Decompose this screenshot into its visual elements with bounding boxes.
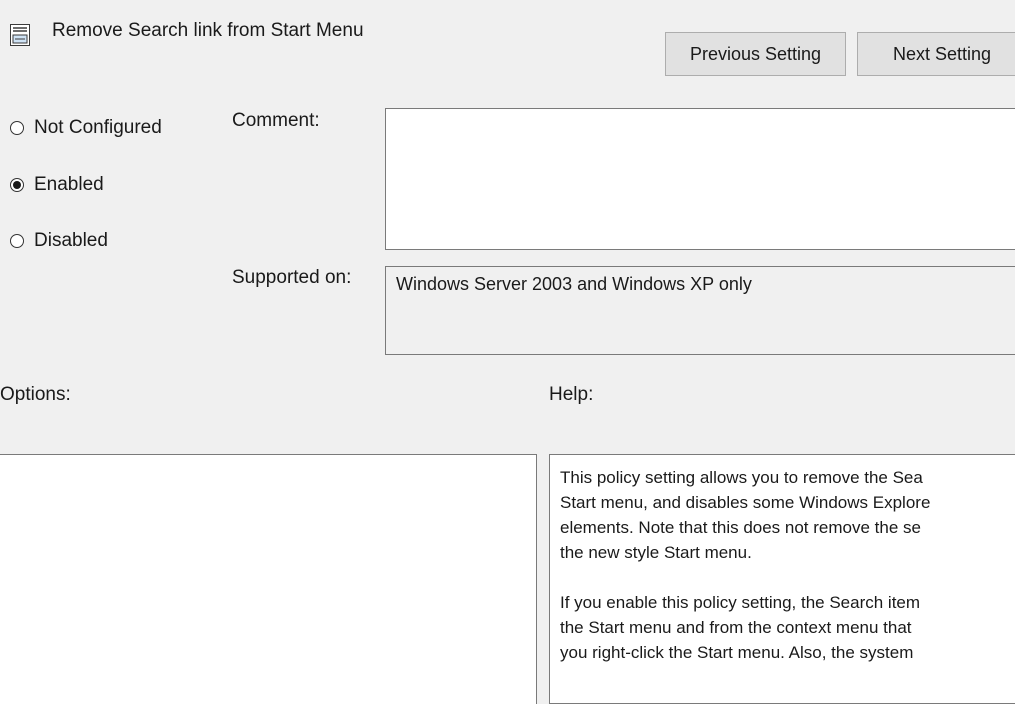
supported-on-value: Windows Server 2003 and Windows XP only [396, 274, 752, 294]
options-panel[interactable] [0, 454, 537, 704]
radio-label-enabled: Enabled [34, 174, 104, 195]
comment-label: Comment: [232, 110, 320, 131]
help-label: Help: [549, 384, 594, 405]
options-label: Options: [0, 384, 71, 405]
help-panel[interactable]: This policy setting allows you to remove… [549, 454, 1015, 704]
previous-setting-button[interactable]: Previous Setting [665, 32, 846, 76]
radio-button-enabled[interactable] [10, 178, 24, 192]
help-line: This policy setting allows you to remove… [560, 468, 923, 487]
help-line: Start menu, and disables some Windows Ex… [560, 493, 931, 512]
radio-label-disabled: Disabled [34, 230, 108, 251]
supported-on-field: Windows Server 2003 and Windows XP only [385, 266, 1015, 355]
help-line: you right-click the Start menu. Also, th… [560, 643, 914, 662]
comment-field[interactable] [385, 108, 1015, 250]
radio-enabled[interactable]: Enabled [10, 174, 104, 196]
radio-label-not-configured: Not Configured [34, 117, 162, 138]
help-line: elements. Note that this does not remove… [560, 518, 921, 537]
help-paragraph: This policy setting allows you to remove… [560, 465, 1015, 565]
help-line: the Start menu and from the context menu… [560, 618, 912, 637]
radio-button-disabled[interactable] [10, 234, 24, 248]
policy-title: Remove Search link from Start Menu [52, 20, 364, 41]
help-line: If you enable this policy setting, the S… [560, 593, 921, 612]
supported-on-label: Supported on: [232, 267, 352, 288]
radio-button-not-configured[interactable] [10, 121, 24, 135]
radio-disabled[interactable]: Disabled [10, 230, 108, 252]
next-setting-button[interactable]: Next Setting [857, 32, 1015, 76]
help-paragraph: If you enable this policy setting, the S… [560, 590, 1015, 665]
policy-setting-icon [10, 24, 30, 46]
radio-not-configured[interactable]: Not Configured [10, 117, 162, 139]
help-line: the new style Start menu. [560, 543, 752, 562]
